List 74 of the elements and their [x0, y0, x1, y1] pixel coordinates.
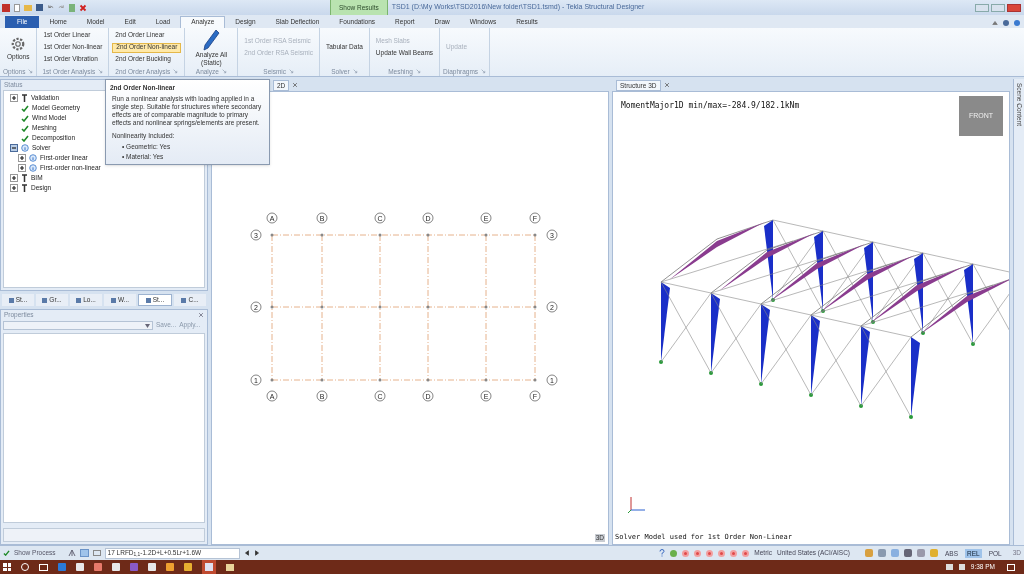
- dialog-launcher-icon[interactable]: [352, 69, 358, 74]
- grid-node: [378, 378, 382, 382]
- grid-node: [378, 305, 382, 309]
- grid-bubble: [546, 374, 558, 386]
- crane-icon[interactable]: [67, 549, 76, 557]
- close-button[interactable]: [1007, 3, 1021, 12]
- grid-node: [484, 378, 488, 382]
- grid-node: [378, 233, 382, 237]
- caret-icon[interactable]: [992, 20, 998, 26]
- dialog-launcher-icon[interactable]: [28, 69, 34, 74]
- info-icon: [29, 154, 37, 162]
- notification-icon[interactable]: [1007, 563, 1015, 571]
- pin-icon: [21, 93, 28, 103]
- previous-icon[interactable]: [243, 550, 250, 556]
- grid-node: [270, 233, 274, 237]
- grid-bubble: [546, 229, 558, 241]
- toolbar-icon[interactable]: [79, 549, 89, 557]
- dialog-launcher-icon[interactable]: [415, 69, 421, 74]
- redo-icon[interactable]: [58, 4, 65, 11]
- expand-icon[interactable]: [18, 154, 26, 162]
- close-icon[interactable]: [198, 312, 204, 318]
- close-icon[interactable]: [663, 82, 670, 88]
- task-view-icon[interactable]: [39, 563, 48, 571]
- grid-node: [426, 378, 430, 382]
- grid-node: [320, 233, 324, 237]
- close-icon[interactable]: [79, 3, 87, 12]
- dialog-launcher-icon[interactable]: [289, 69, 295, 74]
- property-dropdown[interactable]: [3, 321, 153, 330]
- grid-node: [320, 378, 324, 382]
- grid-node: [270, 378, 274, 382]
- expand-icon[interactable]: [18, 164, 26, 172]
- grid-node: [270, 305, 274, 309]
- dialog-launcher-icon[interactable]: [173, 69, 179, 74]
- grid-node: [484, 233, 488, 237]
- dialog-launcher-icon[interactable]: [221, 69, 227, 74]
- grid-node: [320, 305, 324, 309]
- help-icon[interactable]: [659, 549, 666, 557]
- grid-bubble: [250, 374, 262, 386]
- pencil-icon: [202, 28, 221, 51]
- volume-icon[interactable]: [958, 564, 965, 570]
- envelope-icon[interactable]: [92, 550, 101, 556]
- result-header: MomentMajor1D min/max=-284.9/182.1kNm: [621, 100, 801, 112]
- collapse-icon[interactable]: [10, 144, 18, 152]
- undo-icon[interactable]: [47, 4, 54, 11]
- check-icon: [3, 550, 10, 556]
- dialog-launcher-icon[interactable]: [98, 69, 104, 74]
- expand-icon[interactable]: [10, 184, 18, 192]
- taskbar-app-icon[interactable]: [226, 563, 234, 571]
- help-icon[interactable]: [1014, 20, 1020, 26]
- close-icon[interactable]: [292, 82, 299, 88]
- globe-icon[interactable]: [1003, 20, 1009, 26]
- dialog-launcher-icon[interactable]: [481, 69, 487, 74]
- next-icon[interactable]: [253, 550, 260, 556]
- taskbar-app-icon[interactable]: [202, 560, 216, 574]
- expand-icon[interactable]: [10, 174, 18, 182]
- minimize-button[interactable]: [975, 3, 989, 12]
- grid-node: [426, 305, 430, 309]
- grid-bubble: [250, 229, 262, 241]
- expand-icon[interactable]: [10, 94, 18, 102]
- new-file-icon[interactable]: [14, 3, 20, 12]
- grid-node: [533, 233, 537, 237]
- info-icon: [21, 144, 29, 152]
- grid-node: [533, 305, 537, 309]
- document-icon[interactable]: [69, 3, 75, 12]
- windows-logo-icon[interactable]: [3, 563, 11, 571]
- network-icon[interactable]: [945, 564, 953, 570]
- grid-node: [484, 305, 488, 309]
- grid-node: [533, 378, 537, 382]
- app-icon: [2, 3, 10, 12]
- grid-bubble: [546, 301, 558, 313]
- info-icon: [29, 164, 37, 172]
- dropdown-arrow-icon: [145, 323, 150, 328]
- grid-node: [426, 233, 430, 237]
- grid-bubble: [250, 301, 262, 313]
